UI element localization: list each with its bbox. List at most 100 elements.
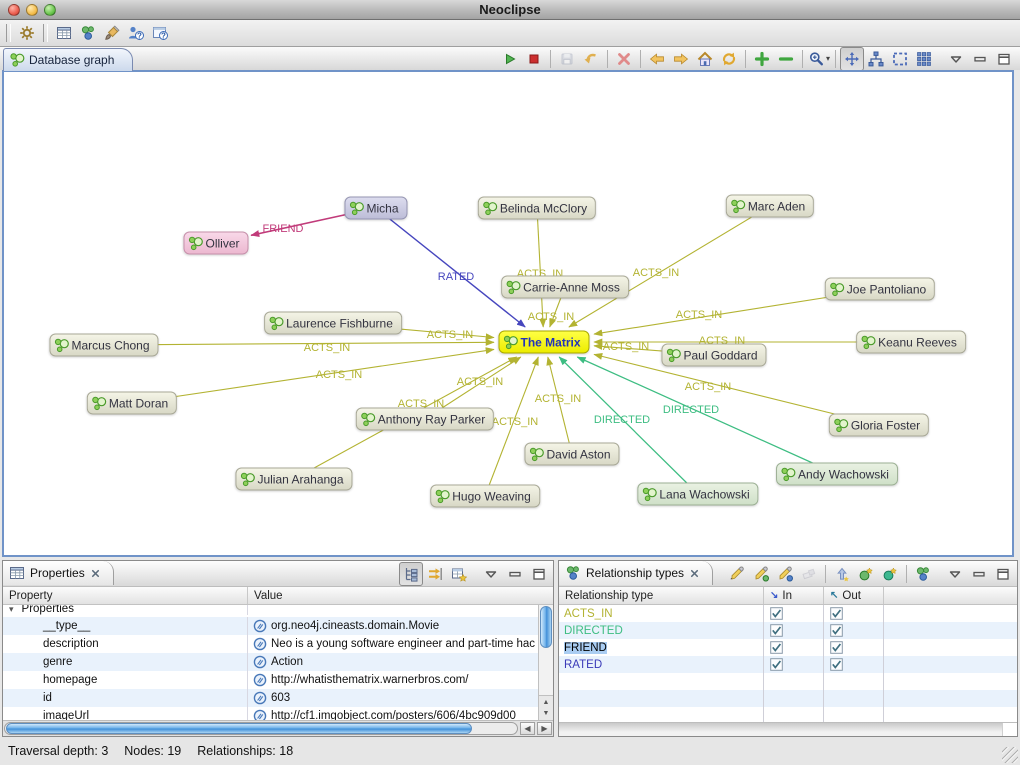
checkbox-checked[interactable] <box>830 624 843 637</box>
checkbox-checked[interactable] <box>770 641 783 654</box>
checkbox-checked[interactable] <box>830 658 843 671</box>
graph-node-paul[interactable]: Paul Goddard <box>661 344 766 367</box>
checkbox-checked[interactable] <box>830 607 843 620</box>
graph-node-belinda[interactable]: Belinda McClory <box>478 197 596 220</box>
graph-node-gloria[interactable]: Gloria Foster <box>829 414 929 437</box>
minimize-view-button[interactable] <box>968 47 992 71</box>
add-incoming-button[interactable] <box>830 562 854 586</box>
properties-root-row[interactable]: ▾Properties <box>3 605 553 617</box>
graph-node-joe[interactable]: Joe Pantoliano <box>825 278 935 301</box>
graph-node-david[interactable]: David Aston <box>524 443 619 466</box>
graph-node-keanu[interactable]: Keanu Reeves <box>856 331 966 354</box>
checkbox-checked[interactable] <box>770 658 783 671</box>
graph-node-olliver[interactable]: Olliver <box>183 232 248 255</box>
graph-node-carrie[interactable]: Carrie-Anne Moss <box>501 276 629 299</box>
relationship-type-label: RATED <box>564 659 602 671</box>
hscroll-thumb[interactable] <box>6 723 472 734</box>
maximize-view-button[interactable] <box>991 562 1015 586</box>
relationship-panel-header: Relationship types <box>559 561 1017 587</box>
toolbar-separator <box>835 50 836 68</box>
close-icon[interactable] <box>90 568 101 579</box>
dynamic-help-button[interactable]: ? <box>148 21 172 45</box>
add-bidirectional-node-button[interactable] <box>878 562 902 586</box>
help-button[interactable]: ? <box>124 21 148 45</box>
zoom-in-button[interactable] <box>750 47 774 71</box>
tree-mode-button[interactable] <box>399 562 423 586</box>
marquee-select-button[interactable] <box>888 47 912 71</box>
minimize-view-button[interactable] <box>503 562 527 586</box>
forward-button[interactable] <box>669 47 693 71</box>
property-row-imageUrl[interactable]: imageUrlhttp://cf1.imgobject.com/posters… <box>3 707 553 720</box>
checkbox-checked[interactable] <box>770 607 783 620</box>
grid-layout-button[interactable] <box>912 47 936 71</box>
graph-canvas[interactable]: FRIENDRATEDACTS_INACTS_INACTS_INACTS_INA… <box>2 70 1014 557</box>
view-menu-button[interactable] <box>479 562 503 586</box>
zoom-out-button[interactable] <box>774 47 798 71</box>
vscroll-thumb[interactable] <box>540 606 552 648</box>
graph-node-andy[interactable]: Andy Wachowski <box>776 463 898 486</box>
checkbox-checked[interactable] <box>830 641 843 654</box>
decorate-button[interactable] <box>100 21 124 45</box>
stop-button[interactable] <box>522 47 546 71</box>
view-menu-button[interactable] <box>943 562 967 586</box>
property-row-description[interactable]: descriptionNeo is a young software engin… <box>3 635 553 653</box>
close-icon[interactable] <box>689 568 700 579</box>
toolbar-drag-handle[interactable] <box>6 24 11 42</box>
maximize-view-button[interactable] <box>527 562 551 586</box>
property-row-id[interactable]: id603 <box>3 689 553 707</box>
node-icon <box>833 417 849 433</box>
filter-columns-button[interactable] <box>423 562 447 586</box>
graph-node-matrix[interactable]: The Matrix <box>498 331 589 354</box>
property-row-homepage[interactable]: homepagehttp://whatisthematrix.warnerbro… <box>3 671 553 689</box>
tab-database-graph[interactable]: Database graph <box>3 48 133 71</box>
property-row-genre[interactable]: genreAction <box>3 653 553 671</box>
highlight-end-nodes-button[interactable] <box>773 562 797 586</box>
toolbar-drag-handle[interactable] <box>43 24 48 42</box>
gear-icon <box>19 25 35 41</box>
zoom-button[interactable]: ▾ <box>807 47 831 71</box>
relationship-types-view-button[interactable] <box>76 21 100 45</box>
scroll-right-button[interactable]: ▶ <box>537 722 552 735</box>
back-button[interactable] <box>645 47 669 71</box>
maximize-view-button[interactable] <box>992 47 1016 71</box>
view-menu-button[interactable] <box>944 47 968 71</box>
graph-node-marcaden[interactable]: Marc Aden <box>726 195 814 218</box>
property-row-__type__[interactable]: __type__org.neo4j.cineasts.domain.Movie <box>3 617 553 635</box>
run-button[interactable] <box>498 47 522 71</box>
graph-node-hugo[interactable]: Hugo Weaving <box>430 485 540 508</box>
vscroll-arrows[interactable]: ▲▼ <box>539 695 553 720</box>
graph-node-lana[interactable]: Lana Wachowski <box>637 483 758 506</box>
relationship-row-ACTS_IN[interactable]: ACTS_IN <box>559 605 1017 622</box>
highlight-relationships-button[interactable] <box>725 562 749 586</box>
resize-grip[interactable] <box>1002 747 1018 763</box>
graph-node-julian[interactable]: Julian Arahanga <box>235 468 352 491</box>
refresh-button[interactable] <box>717 47 741 71</box>
checkbox-checked[interactable] <box>770 624 783 637</box>
add-outgoing-node-button[interactable] <box>854 562 878 586</box>
pan-mode-button[interactable] <box>840 47 864 71</box>
properties-view-button[interactable] <box>52 21 76 45</box>
scroll-left-button[interactable]: ◀ <box>520 722 535 735</box>
graph-node-marcus[interactable]: Marcus Chong <box>49 334 158 357</box>
tree-layout-button[interactable] <box>864 47 888 71</box>
delete-button[interactable] <box>612 47 636 71</box>
relationship-type-label: ACTS_IN <box>564 608 613 620</box>
relationship-row-FRIEND[interactable]: FRIEND <box>559 639 1017 656</box>
relationship-row-RATED[interactable]: RATED <box>559 656 1017 673</box>
preferences-button[interactable] <box>15 21 39 45</box>
graph-node-micha[interactable]: Micha <box>344 197 407 220</box>
graph-node-matt[interactable]: Matt Doran <box>87 392 177 415</box>
revert-button[interactable] <box>579 47 603 71</box>
minimize-view-button[interactable] <box>967 562 991 586</box>
expand-triangle-icon[interactable]: ▾ <box>9 605 14 615</box>
tab-properties[interactable]: Properties <box>3 561 114 585</box>
highlight-start-nodes-button[interactable] <box>749 562 773 586</box>
new-relationship-type-button[interactable] <box>911 562 935 586</box>
tab-relationship-types[interactable]: Relationship types <box>559 561 713 585</box>
home-button[interactable] <box>693 47 717 71</box>
dropdown-caret-icon[interactable]: ▾ <box>826 54 830 63</box>
graph-node-laurence[interactable]: Laurence Fishburne <box>264 312 402 335</box>
new-property-button[interactable] <box>447 562 471 586</box>
relationship-row-DIRECTED[interactable]: DIRECTED <box>559 622 1017 639</box>
graph-node-anthony[interactable]: Anthony Ray Parker <box>356 408 494 431</box>
